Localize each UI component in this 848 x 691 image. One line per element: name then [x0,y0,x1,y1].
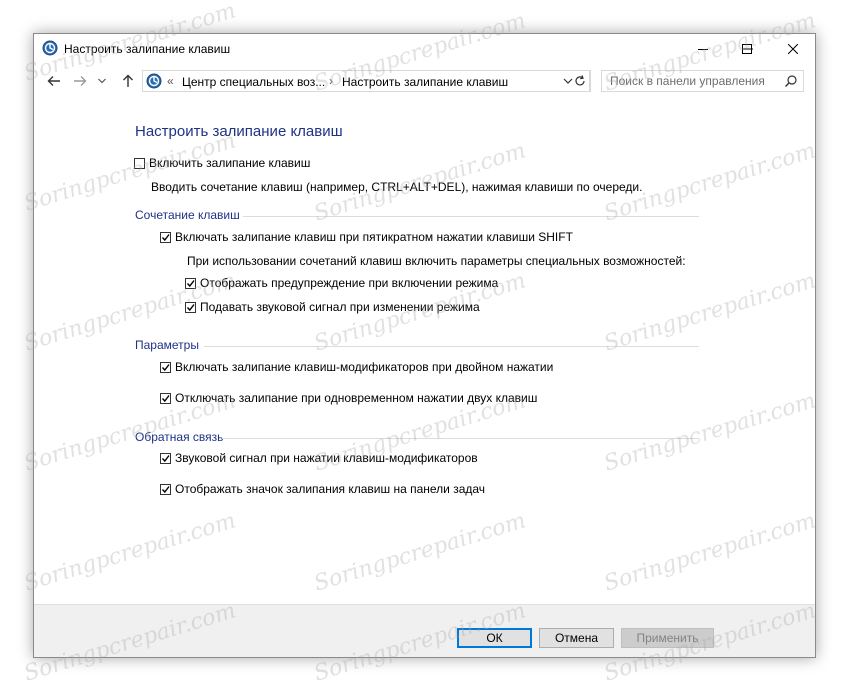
enable-sticky-keys-checkbox[interactable] [134,157,145,169]
disable-two-keys-checkbox[interactable] [160,392,171,404]
sound-label: Подавать звуковой сигнал при изменении р… [200,300,480,314]
up-arrow-icon [123,74,133,87]
checkmark-icon [161,485,170,493]
chevron-down-icon [98,78,106,84]
shift5-checkbox[interactable] [160,231,171,243]
section-divider [222,438,699,439]
sound-checkbox[interactable] [185,301,196,313]
recent-pages-button[interactable] [96,72,108,90]
taskbar-icon-option[interactable]: Отображать значок залипания клавиш на па… [160,482,485,496]
section-title-feedback: Обратная связь [135,430,224,444]
close-icon [788,44,798,54]
section-divider [243,216,699,217]
address-bar[interactable]: « Центр специальных воз... › Настроить з… [142,70,590,92]
maximize-icon [742,44,752,54]
warning-label: Отображать предупреждение при включении … [200,276,499,290]
checkmark-icon [186,279,195,287]
checkmark-icon [161,363,170,371]
beep-option[interactable]: Звуковой сигнал при нажатии клавиш-модиф… [160,451,478,465]
enable-sticky-keys-option[interactable]: Включить залипание клавиш [134,156,310,170]
warning-checkbox[interactable] [185,277,196,289]
apply-button[interactable]: Применить [621,628,714,648]
minimize-button-area[interactable] [680,34,726,64]
lock-modifier-option[interactable]: Включать залипание клавиш-модификаторов … [160,360,553,374]
refresh-icon [574,75,585,86]
back-button[interactable] [44,72,64,90]
breadcrumb-ease-of-access[interactable]: Центр специальных воз... [182,75,325,89]
ease-of-access-icon [42,40,58,56]
beep-checkbox[interactable] [160,452,171,464]
minimize-icon [698,49,708,50]
enable-sticky-keys-label: Включить залипание клавиш [149,156,311,170]
taskbar-icon-label: Отображать значок залипания клавиш на па… [175,482,486,496]
enable-description: Вводить сочетание клавиш (например, CTRL… [151,180,643,194]
back-arrow-icon [47,76,60,86]
checkmark-icon [161,454,170,462]
cancel-button[interactable]: Отмена [539,628,614,648]
ease-of-access-icon [146,73,162,89]
section-title-shortcut: Сочетание клавиш [135,208,240,222]
taskbar-icon-checkbox[interactable] [160,483,171,495]
window-title: Настроить залипание клавиш [64,42,231,56]
beep-label: Звуковой сигнал при нажатии клавиш-модиф… [175,451,478,465]
lock-modifier-label: Включать залипание клавиш-модификаторов … [175,360,554,374]
up-button[interactable] [118,72,138,90]
ok-button[interactable]: ОК [457,628,532,648]
warning-option[interactable]: Отображать предупреждение при включении … [185,276,498,290]
section-divider [204,346,699,347]
breadcrumb-current[interactable]: Настроить залипание клавиш [342,75,508,89]
shortcut-note: При использовании сочетаний клавиш включ… [187,254,686,268]
settings-content: Настроить залипание клавиш Включить зали… [34,98,815,604]
close-button[interactable] [770,34,816,64]
refresh-button[interactable] [569,70,591,92]
maximize-button[interactable] [724,34,770,64]
search-box[interactable] [601,70,804,92]
disable-two-keys-option[interactable]: Отключать залипание при одновременном на… [160,391,537,405]
checkmark-icon [161,394,170,402]
disable-two-keys-label: Отключать залипание при одновременном на… [175,391,538,405]
checkmark-icon [161,233,170,241]
lock-modifier-checkbox[interactable] [160,361,171,373]
search-input[interactable] [602,71,785,91]
page-title: Настроить залипание клавиш [135,123,343,140]
section-title-params: Параметры [135,338,199,352]
checkmark-icon [186,303,195,311]
breadcrumb-separator[interactable]: › [329,74,333,88]
navigation-bar: « Центр специальных воз... › Настроить з… [34,64,815,98]
shift5-option[interactable]: Включать залипание клавиш при пятикратно… [160,230,573,244]
button-bar: ОК Отмена Применить [34,604,815,657]
shift5-label: Включать залипание клавиш при пятикратно… [175,230,573,244]
search-icon[interactable] [784,74,798,88]
forward-arrow-icon [74,76,87,86]
sound-option[interactable]: Подавать звуковой сигнал при изменении р… [185,300,480,314]
dialog-window: Настроить залипание клавиш « Центр специ… [33,33,816,658]
forward-button[interactable] [70,72,90,90]
breadcrumb-overflow[interactable]: « [167,74,174,88]
